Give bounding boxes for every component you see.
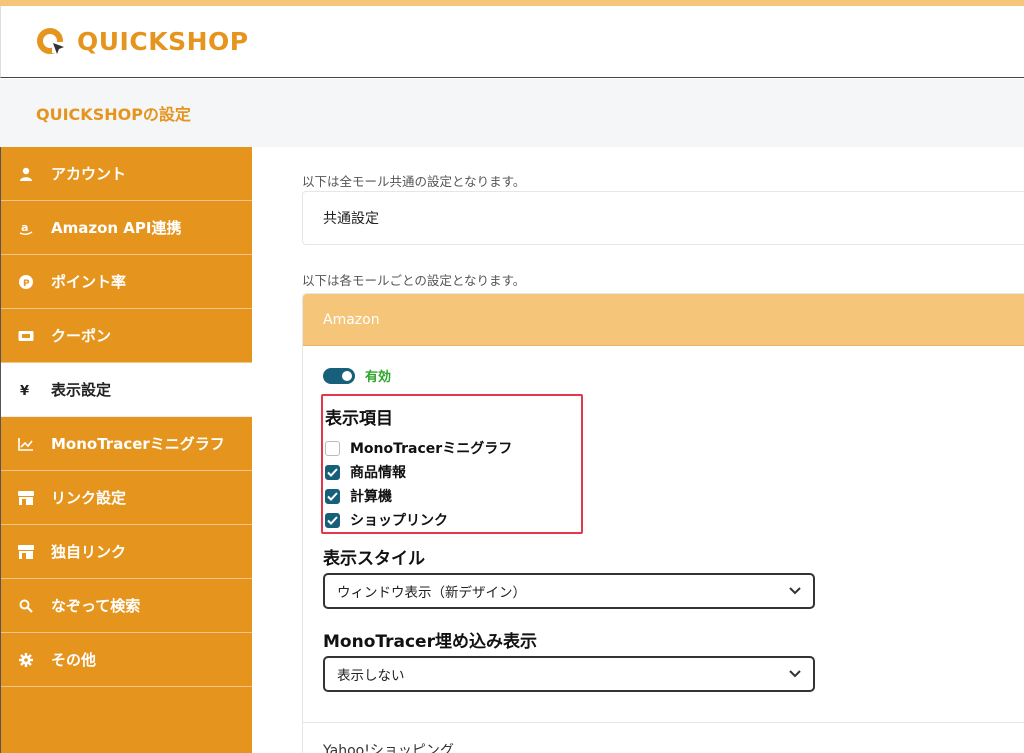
app-header: QUICKSHOP: [0, 6, 1024, 78]
page-title: QUICKSHOPの設定: [36, 105, 191, 124]
checkbox-row: 計算機: [325, 487, 581, 505]
sidebar-item-amazon-api[interactable]: a Amazon API連携: [1, 201, 252, 255]
checkbox-row: 商品情報: [325, 463, 581, 481]
sidebar-item-label: Amazon API連携: [51, 219, 182, 237]
sidebar-item-label: 表示設定: [51, 381, 112, 399]
point-icon: P: [17, 273, 35, 291]
shop-link-checkbox[interactable]: [325, 512, 340, 528]
app-name: QUICKSHOP: [77, 27, 249, 56]
sidebar-item-label: ポイント率: [51, 273, 127, 291]
store-icon: [17, 489, 35, 507]
sidebar-item-point-rate[interactable]: P ポイント率: [1, 255, 252, 309]
search-icon: [17, 597, 35, 615]
monotracer-graph-checkbox[interactable]: [325, 440, 340, 456]
yen-icon: ¥: [17, 381, 35, 399]
monotracer-embed-title: MonoTracer埋め込み表示: [323, 632, 537, 652]
toggle-knob: [342, 370, 352, 381]
display-style-value: ウィンドウ表示（新デザイン）: [337, 585, 526, 601]
svg-text:¥: ¥: [20, 384, 29, 397]
display-style-select[interactable]: ウィンドウ表示（新デザイン）: [323, 573, 815, 609]
checkbox-label: 計算機: [350, 489, 392, 505]
common-settings-panel[interactable]: 共通設定: [302, 191, 1024, 245]
display-items-group: 表示項目 MonoTracerミニグラフ 商品情報 計算機 ショップリンク: [321, 394, 583, 534]
sidebar: アカウント a Amazon API連携 P ポイント率 クーポン ¥ 表示設定…: [0, 147, 252, 753]
card-header[interactable]: Amazon: [303, 294, 1024, 346]
display-items-title: 表示項目: [325, 409, 393, 429]
sidebar-item-coupon[interactable]: クーポン: [1, 309, 252, 363]
card-divider: [303, 722, 1024, 723]
sidebar-item-monotracer-graph[interactable]: MonoTracerミニグラフ: [1, 417, 252, 471]
checkbox-label: ショップリンク: [350, 513, 448, 529]
sidebar-item-other[interactable]: その他: [1, 633, 252, 687]
monotracer-embed-select[interactable]: 表示しない: [323, 656, 815, 692]
svg-text:a: a: [21, 221, 28, 234]
logo[interactable]: QUICKSHOP: [35, 26, 249, 58]
checkmark-icon: [327, 467, 338, 477]
amazon-settings-card: Amazon 有効 表示項目 MonoTracerミニグラフ 商品情報 計算機 …: [302, 293, 1024, 753]
sidebar-item-display-settings[interactable]: ¥ 表示設定: [1, 363, 252, 417]
user-icon: [17, 165, 35, 183]
quickshop-logo-icon: [35, 26, 67, 58]
sidebar-item-label: なぞって検索: [51, 597, 141, 615]
sidebar-item-label: クーポン: [51, 327, 112, 345]
enable-toggle-row: 有効: [323, 366, 391, 385]
ticket-icon: [17, 327, 35, 345]
sidebar-item-link-settings[interactable]: リンク設定: [1, 471, 252, 525]
sidebar-item-label: アカウント: [51, 165, 127, 183]
checkbox-label: 商品情報: [350, 465, 406, 481]
amazon-icon: a: [17, 219, 35, 237]
store-icon: [17, 543, 35, 561]
sidebar-item-label: リンク設定: [51, 489, 127, 507]
main-content: 以下は全モール共通の設定となります。 共通設定 以下は各モールごとの設定となりま…: [252, 147, 1024, 753]
sidebar-item-label: その他: [51, 651, 97, 669]
chevron-down-icon: [789, 666, 801, 682]
sidebar-item-account[interactable]: アカウント: [1, 147, 252, 201]
calculator-checkbox[interactable]: [325, 488, 340, 504]
checkbox-row: ショップリンク: [325, 511, 581, 529]
checkbox-row: MonoTracerミニグラフ: [325, 439, 581, 457]
yahoo-shopping-title[interactable]: Yahoo!ショッピング: [323, 740, 454, 753]
enable-toggle-label: 有効: [365, 370, 392, 385]
product-info-checkbox[interactable]: [325, 464, 340, 480]
monotracer-embed-value: 表示しない: [337, 668, 405, 684]
gear-icon: [17, 651, 35, 669]
enable-toggle[interactable]: [323, 367, 355, 384]
card-title: Amazon: [323, 311, 380, 328]
sidebar-item-trace-search[interactable]: なぞって検索: [1, 579, 252, 633]
checkmark-icon: [327, 515, 338, 525]
sidebar-item-label: MonoTracerミニグラフ: [51, 435, 225, 453]
chevron-down-icon: [789, 583, 801, 599]
checkmark-icon: [327, 491, 338, 501]
sidebar-item-custom-link[interactable]: 独自リンク: [1, 525, 252, 579]
common-settings-note: 以下は全モール共通の設定となります。: [302, 174, 526, 189]
svg-text:P: P: [23, 279, 30, 289]
common-settings-label: 共通設定: [323, 211, 379, 227]
mall-settings-note: 以下は各モールごとの設定となります。: [302, 273, 526, 288]
display-style-title: 表示スタイル: [323, 549, 425, 569]
settings-header: QUICKSHOPの設定: [0, 79, 1024, 147]
chart-icon: [17, 435, 35, 453]
checkbox-label: MonoTracerミニグラフ: [350, 441, 513, 457]
sidebar-item-label: 独自リンク: [51, 543, 127, 561]
